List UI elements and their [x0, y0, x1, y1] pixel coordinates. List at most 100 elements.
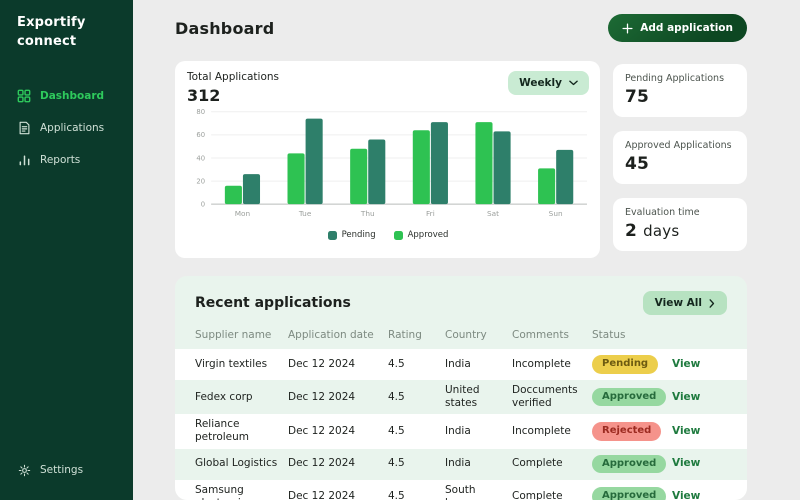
bar-approved-fri [412, 130, 430, 205]
comments-cell: Incomplete [512, 357, 571, 370]
country-cell: United states [445, 384, 480, 410]
y-tick-label: 60 [196, 131, 205, 139]
chart-card-titles: Total Applications 312 [187, 71, 279, 105]
y-tick-label: 0 [201, 200, 205, 208]
sidebar-item-label: Applications [40, 121, 105, 134]
comments-cell: Doccuments verified [512, 384, 578, 410]
x-tick-label: Sun [549, 209, 563, 218]
view-link[interactable]: View [672, 358, 700, 370]
view-all-label: View All [654, 297, 702, 309]
status-cell: Pending [592, 351, 672, 378]
chart-legend: Pending Approved [187, 230, 589, 240]
supplier-name-cell: Reliance petroleum [195, 418, 250, 444]
table-column-headers: Supplier name Application date Rating Count… [175, 323, 747, 349]
stat-value: 45 [625, 154, 650, 174]
x-tick-label: Thu [360, 209, 375, 218]
sidebar-item-label: Reports [40, 153, 81, 166]
grid-icon [17, 89, 31, 103]
table-body: Virgin textiles Dec 12 2024 4.5 India Incomp… [175, 349, 747, 500]
view-link[interactable]: View [672, 490, 700, 500]
evaluation-time-card: Evaluation time 2 days [613, 198, 747, 251]
supplier-name-cell: Global Logistics [195, 457, 278, 470]
x-tick-label: Fri [426, 209, 435, 218]
view-link[interactable]: View [672, 457, 700, 469]
sidebar-item-settings[interactable]: Settings [0, 456, 133, 484]
sidebar-item-reports[interactable]: Reports [0, 146, 133, 174]
pending-applications-card: Pending Applications 75 [613, 64, 747, 117]
country-cell: India [445, 357, 471, 370]
chevron-down-icon [569, 80, 578, 86]
status-badge: Approved [592, 454, 667, 474]
bar-pending-fri [430, 122, 448, 205]
x-tick-label: Sat [487, 209, 499, 218]
period-dropdown[interactable]: Weekly [508, 71, 589, 95]
logo-line-1: Exportify [17, 15, 86, 30]
plus-icon [622, 22, 633, 34]
app-logo: Exportify connect [0, 14, 133, 52]
status-cell: Approved [592, 384, 672, 411]
stat-value: 2 days [625, 221, 680, 241]
sidebar-item-dashboard[interactable]: Dashboard [0, 82, 133, 110]
actions-cell: View [672, 387, 727, 408]
rating-cell: 4.5 [388, 490, 405, 500]
stat-label: Evaluation time [625, 207, 700, 218]
table-row: Samsung electronics Dec 12 2024 4.5 South k… [175, 479, 747, 500]
view-all-button[interactable]: View All [642, 291, 727, 315]
status-badge: Approved [592, 387, 667, 407]
applications-bar-chart: 0 20 40 60 80 Mon Tue Thu Fri Sat Sun [196, 108, 587, 218]
status-badge: Pending [592, 355, 659, 374]
column-header-country: Country [445, 329, 487, 342]
legend-swatch [327, 230, 337, 240]
comments-cell: Complete [512, 490, 563, 500]
add-application-button[interactable]: Add application [608, 14, 747, 42]
country-cell: India [445, 424, 471, 437]
bar-approved-sun [538, 168, 556, 205]
application-date-cell: Dec 12 2024 [288, 490, 356, 500]
bar-pending-sat [493, 131, 511, 205]
y-tick-label: 40 [196, 154, 205, 162]
rating-cell: 4.5 [388, 357, 405, 370]
supplier-name-cell: Virgin textiles [195, 357, 268, 370]
status-cell: Approved [592, 451, 672, 478]
chart-title: Total Applications [187, 71, 279, 83]
sidebar-item-label: Dashboard [40, 89, 105, 102]
country-cell: South korea [445, 483, 476, 500]
supplier-name-cell: Samsung electronics [195, 483, 252, 500]
legend-item-approved: Approved [393, 230, 449, 240]
bar-approved-thu [350, 148, 368, 205]
column-header-actions [672, 332, 727, 340]
sidebar: Exportify connect Dashboard Applications R… [0, 0, 133, 500]
chevron-right-icon [709, 298, 715, 308]
view-link[interactable]: View [672, 425, 700, 437]
sidebar-item-applications[interactable]: Applications [0, 114, 133, 142]
document-icon [17, 121, 31, 135]
bar-pending-thu [368, 139, 386, 205]
column-header-comments: Comments [512, 329, 569, 342]
legend-label: Approved [407, 230, 449, 240]
y-tick-label: 20 [196, 177, 205, 185]
table-row: Virgin textiles Dec 12 2024 4.5 India Incomp… [175, 349, 747, 380]
application-date-cell: Dec 12 2024 [288, 357, 356, 370]
view-link[interactable]: View [672, 391, 700, 403]
main-content: Dashboard Add application Total Applicat… [133, 0, 800, 500]
actions-cell: View [672, 421, 727, 442]
rating-cell: 4.5 [388, 424, 405, 437]
status-cell: Rejected [592, 418, 672, 445]
y-tick-label: 80 [196, 108, 205, 116]
table-row: Fedex corp Dec 12 2024 4.5 United states Doc… [175, 380, 747, 414]
column-header-supplier-name: Supplier name [195, 329, 272, 342]
bar-approved-mon [224, 185, 242, 205]
stat-value: 75 [625, 87, 650, 107]
logo-line-2: connect [17, 33, 77, 49]
recent-applications-card: Recent applications View All Supplier na… [175, 276, 747, 500]
stat-label: Approved Applications [625, 140, 732, 151]
table-row: Global Logistics Dec 12 2024 4.5 India Compl… [175, 449, 747, 480]
page-header: Dashboard Add application [175, 14, 747, 42]
status-badge: Rejected [592, 422, 662, 441]
application-date-cell: Dec 12 2024 [288, 390, 356, 403]
legend-item-pending: Pending [327, 230, 376, 240]
rating-cell: 4.5 [388, 457, 405, 470]
comments-cell: Incomplete [512, 424, 571, 437]
chart-card-header: Total Applications 312 Weekly [187, 71, 589, 105]
